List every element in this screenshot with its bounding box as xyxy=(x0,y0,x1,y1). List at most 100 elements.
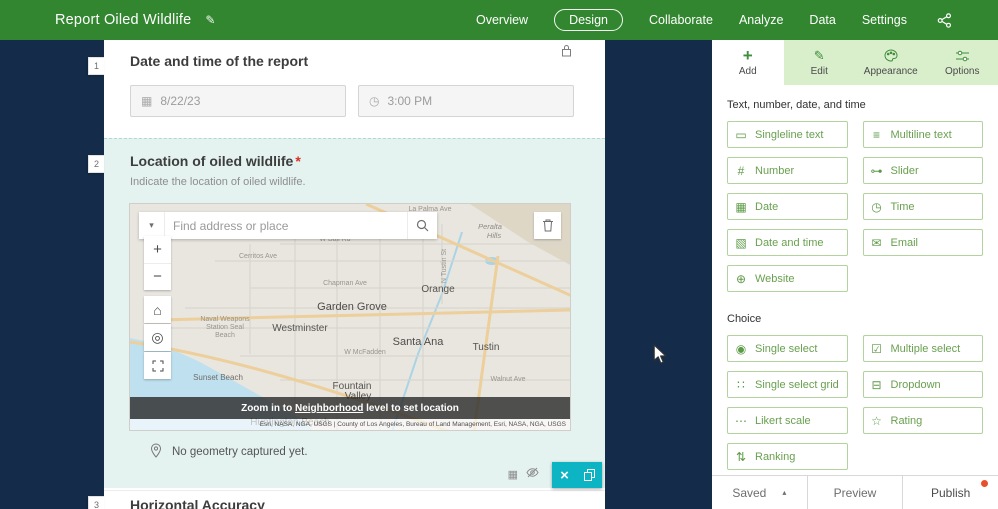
main-nav: Overview Design Collaborate Analyze Data… xyxy=(476,9,952,31)
required-asterisk: * xyxy=(295,153,300,169)
map-label-tustin: Tustin xyxy=(473,342,500,353)
search-input[interactable] xyxy=(165,219,407,233)
time-input[interactable]: ◷ 3:00 PM xyxy=(358,85,574,117)
add-panel-content: Text, number, date, and time ▭Singleline… xyxy=(712,85,998,475)
zoom-level-banner: Zoom in to Neighborhood level to set loc… xyxy=(130,397,570,419)
zoom-out-button[interactable]: − xyxy=(144,263,171,291)
tab-label: Options xyxy=(945,66,979,77)
question-description: Indicate the location of oiled wildlife. xyxy=(130,176,306,188)
saved-caret-icon: ▴ xyxy=(782,488,786,497)
survey123-designer: Report Oiled Wildlife ✎ Overview Design … xyxy=(0,0,998,509)
time-icon: ◷ xyxy=(870,200,884,214)
add-website-button[interactable]: ⊕Website xyxy=(727,265,848,292)
tab-appearance[interactable]: Appearance xyxy=(855,40,927,85)
clock-icon: ◷ xyxy=(369,94,379,108)
map-label-tustin-st: N Tustin St xyxy=(441,249,448,283)
saved-dropdown[interactable]: Saved ▴ xyxy=(712,476,807,509)
map-widget[interactable]: La Palma Ave Anaheim Peralta Hills W Bal… xyxy=(129,203,571,431)
search-icon[interactable] xyxy=(407,212,437,239)
add-likert-scale-button[interactable]: ⋯Likert scale xyxy=(727,407,848,434)
mouse-cursor xyxy=(653,344,668,370)
add-multiline-text-button[interactable]: ≡Multiline text xyxy=(863,121,984,148)
tab-edit[interactable]: ✎ Edit xyxy=(784,40,856,85)
locate-button[interactable]: ◎ xyxy=(144,324,171,351)
date-time-icon: ▧ xyxy=(734,236,748,250)
multiple-select-icon: ☑ xyxy=(870,342,884,356)
fullscreen-button[interactable] xyxy=(144,352,171,379)
map-label-naval-1: Naval Weapons xyxy=(200,316,250,323)
home-button[interactable]: ⌂ xyxy=(144,296,171,323)
panel-footer: Saved ▴ Preview Publish xyxy=(712,475,998,509)
map-label-naval-3: Beach xyxy=(215,332,235,339)
add-date-and-time-button[interactable]: ▧Date and time xyxy=(727,229,848,256)
add-email-button[interactable]: ✉Email xyxy=(863,229,984,256)
add-single-select-button[interactable]: ◉Single select xyxy=(727,335,848,362)
neighborhood-link[interactable]: Neighborhood xyxy=(295,403,363,414)
nav-overview[interactable]: Overview xyxy=(476,13,528,27)
sliders-icon xyxy=(955,48,970,63)
date-time-inputs: ▦ 8/22/23 ◷ 3:00 PM xyxy=(130,85,574,117)
tab-label: Add xyxy=(739,66,757,77)
clear-geometry-button[interactable] xyxy=(534,212,561,239)
publish-button[interactable]: Publish xyxy=(902,476,998,509)
add-date-button[interactable]: ▦Date xyxy=(727,193,848,220)
add-ranking-button[interactable]: ⇅Ranking xyxy=(727,443,848,470)
palette-icon xyxy=(884,48,898,63)
add-time-button[interactable]: ◷Time xyxy=(863,193,984,220)
saved-label: Saved xyxy=(732,486,766,500)
nav-design[interactable]: Design xyxy=(554,9,623,31)
nav-collaborate[interactable]: Collaborate xyxy=(649,13,713,27)
map-label-santa-ana: Santa Ana xyxy=(393,336,445,348)
date-icon: ▦ xyxy=(734,200,748,214)
banner-text-post: level to set location xyxy=(363,403,459,414)
tab-options[interactable]: Options xyxy=(927,40,998,85)
map-label-sunset-beach: Sunset Beach xyxy=(193,373,243,382)
date-value: 8/22/23 xyxy=(160,94,200,108)
question-number-2[interactable]: 2 xyxy=(88,155,104,173)
share-icon[interactable] xyxy=(937,13,952,28)
add-number-button[interactable]: #Number xyxy=(727,157,848,184)
add-multiple-select-button[interactable]: ☑Multiple select xyxy=(863,335,984,362)
designer-panel: + Add ✎ Edit Appearance Options Text xyxy=(712,40,998,509)
app-header: Report Oiled Wildlife ✎ Overview Design … xyxy=(0,0,998,40)
tab-label: Edit xyxy=(811,66,828,77)
question-number-3[interactable]: 3 xyxy=(88,496,104,509)
pencil-icon: ✎ xyxy=(814,48,825,63)
map-label-orange: Orange xyxy=(421,284,455,295)
preview-button[interactable]: Preview xyxy=(807,476,903,509)
question-type-grid: ▭Singleline text ≡Multiline text #Number… xyxy=(727,121,983,292)
question-location[interactable]: Location of oiled wildlife* Indicate the… xyxy=(104,138,605,488)
tab-add[interactable]: + Add xyxy=(712,40,784,85)
question-number-1[interactable]: 1 xyxy=(88,57,104,75)
map-label-hills: Hills xyxy=(487,231,501,240)
zoom-in-button[interactable]: + xyxy=(144,236,171,263)
zoom-controls: + − xyxy=(144,236,171,290)
likert-scale-icon: ⋯ xyxy=(734,414,748,428)
duplicate-question-button[interactable] xyxy=(577,462,602,488)
unpublished-changes-dot xyxy=(981,480,988,487)
question-state-icons: ▦ xyxy=(508,467,539,481)
nav-data[interactable]: Data xyxy=(809,13,835,27)
question-horizontal-accuracy[interactable]: Horizontal Accuracy xyxy=(104,490,605,509)
add-dropdown-button[interactable]: ⊟Dropdown xyxy=(863,371,984,398)
edit-title-icon[interactable]: ✎ xyxy=(205,13,215,27)
multiline-text-icon: ≡ xyxy=(870,128,884,142)
add-single-select-grid-button[interactable]: ∷Single select grid xyxy=(727,371,848,398)
nav-settings[interactable]: Settings xyxy=(862,13,907,27)
website-icon: ⊕ xyxy=(734,272,748,286)
date-input[interactable]: ▦ 8/22/23 xyxy=(130,85,346,117)
publish-label: Publish xyxy=(931,486,970,500)
map-label-walnut: Walnut Ave xyxy=(490,376,525,383)
add-rating-button[interactable]: ☆Rating xyxy=(863,407,984,434)
question-date-time[interactable]: Date and time of the report ▦ 8/22/23 ◷ … xyxy=(104,40,605,138)
map-search-bar: ▾ xyxy=(139,212,437,239)
add-singleline-text-button[interactable]: ▭Singleline text xyxy=(727,121,848,148)
banner-text-pre: Zoom in to xyxy=(241,403,295,414)
single-select-icon: ◉ xyxy=(734,342,748,356)
nav-analyze[interactable]: Analyze xyxy=(739,13,783,27)
delete-question-button[interactable]: × xyxy=(552,462,577,488)
question-title: Horizontal Accuracy xyxy=(130,497,265,509)
search-source-caret-icon[interactable]: ▾ xyxy=(139,212,165,239)
add-slider-button[interactable]: ⊶Slider xyxy=(863,157,984,184)
map-label-garden-grove: Garden Grove xyxy=(317,301,387,313)
